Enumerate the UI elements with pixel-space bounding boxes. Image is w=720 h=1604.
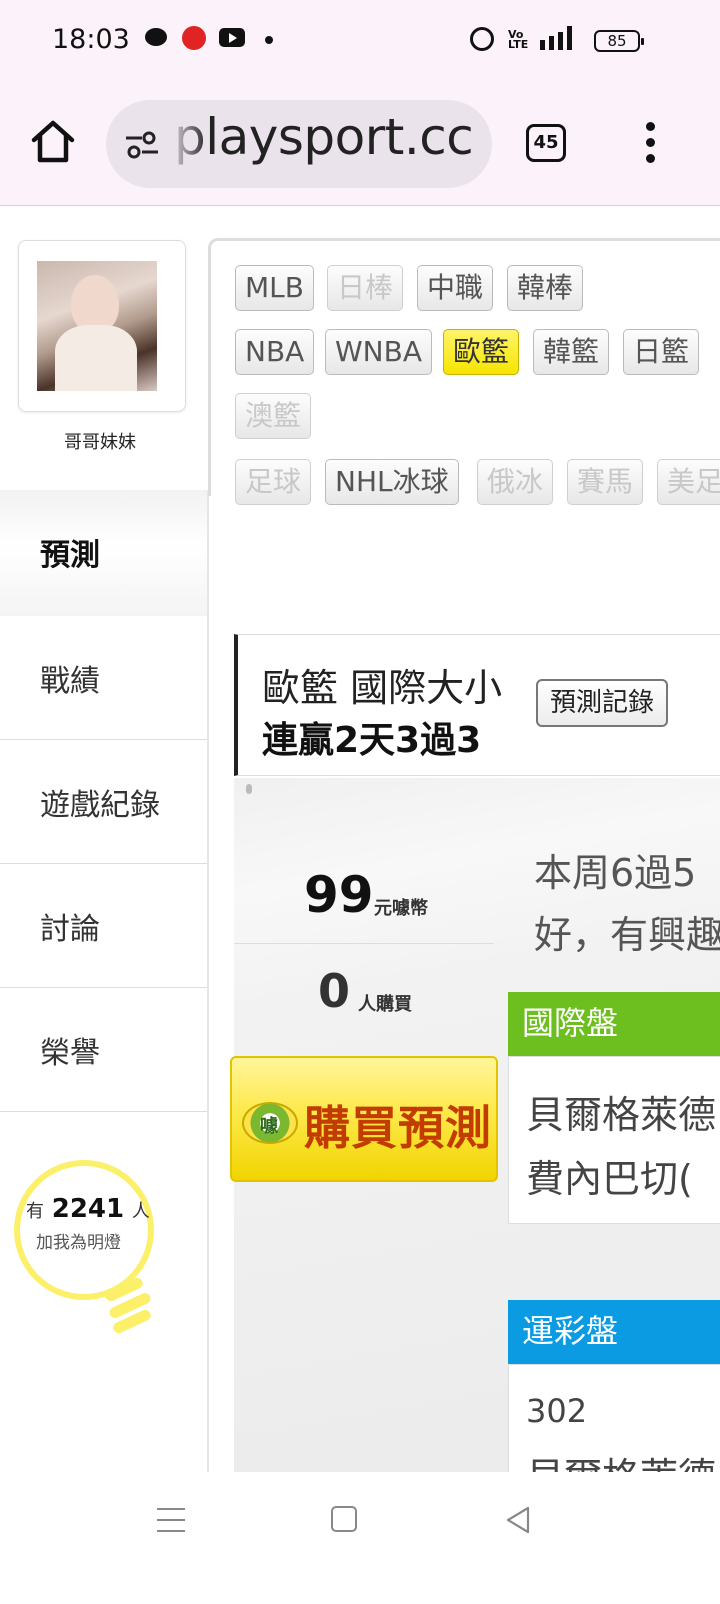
nav-item-honor[interactable]: 榮譽	[0, 988, 208, 1112]
more-dot-icon	[265, 36, 273, 44]
nav-item-label: 戰績	[40, 664, 100, 699]
address-bar[interactable]: playsport.cc	[106, 100, 492, 188]
alarm-icon	[470, 27, 494, 51]
tab-switcher-button[interactable]: 45	[526, 124, 566, 162]
lottery-game-number: 302	[526, 1392, 588, 1430]
price-unit: 元噱幣	[374, 898, 428, 919]
app-notification-icon	[182, 26, 206, 50]
tag-mlb[interactable]: MLB	[235, 265, 314, 311]
price-value: 99	[304, 866, 374, 924]
youtube-icon	[219, 28, 245, 47]
tag-jbl[interactable]: 日籃	[623, 329, 700, 375]
nav-item-label: 討論	[40, 912, 100, 947]
coin-icon: 噱	[242, 1102, 298, 1144]
tag-npb: 日棒	[327, 265, 404, 311]
site-settings-icon[interactable]	[124, 130, 160, 160]
price-row: 99 元噱幣	[234, 840, 494, 944]
nav-item-label: 預測	[40, 538, 100, 573]
nav-item-discussion[interactable]: 討論	[0, 864, 208, 988]
nav-item-prediction[interactable]: 預測	[0, 490, 208, 616]
tag-cpbl[interactable]: 中職	[417, 265, 494, 311]
tag-nhl[interactable]: NHL冰球	[325, 459, 459, 505]
user-nickname[interactable]: 哥哥妹妹	[0, 428, 200, 454]
buy-prediction-button[interactable]: 噱 購買預測	[230, 1056, 498, 1182]
sports-filter-panel: MLB 日棒 中職 韓棒 NBA WNBA 歐籃 韓籃 日籃 澳籃 足球 NHL…	[208, 238, 720, 505]
status-time: 18:03	[52, 24, 130, 55]
left-column-divider	[207, 490, 209, 1480]
tag-nbl: 澳籃	[235, 393, 312, 439]
prediction-record-button[interactable]: 預測記錄	[536, 679, 668, 727]
fan-count: 2241	[51, 1194, 125, 1224]
prediction-title: 歐籃 國際大小	[262, 666, 503, 710]
fan-count-text: 有 2241 人	[26, 1194, 150, 1224]
browser-toolbar: playsport.cc 45	[0, 80, 720, 206]
back-icon[interactable]	[502, 1504, 534, 1536]
lottery-team-1: 貝爾格萊德	[526, 1446, 720, 1472]
signal-icon	[540, 26, 582, 50]
url-fade	[168, 100, 208, 188]
tag-kbl[interactable]: 韓籃	[533, 329, 610, 375]
nav-item-record[interactable]: 戰績	[0, 616, 208, 740]
buyer-count: 0	[318, 964, 351, 1018]
nav-item-label: 遊戲紀錄	[40, 788, 160, 823]
status-bar: 18:03 Vo LTE 85	[0, 0, 720, 80]
chat-icon	[145, 28, 167, 46]
avatar[interactable]	[37, 261, 157, 391]
url-text: playsport.cc	[174, 108, 474, 166]
nav-item-label: 榮譽	[40, 1036, 100, 1071]
tag-horse-racing: 賽馬	[567, 459, 644, 505]
prediction-description: 本周6過5 好，有興趣	[534, 851, 720, 957]
lottery-odds-header: 運彩盤	[508, 1300, 720, 1364]
pin-icon	[246, 784, 252, 794]
tag-euro-basketball[interactable]: 歐籃	[443, 329, 520, 375]
international-odds-header: 國際盤	[508, 992, 720, 1056]
prediction-header: 歐籃 國際大小 連贏2天3過3 預測記錄	[234, 634, 720, 776]
system-navigation-bar	[0, 1472, 720, 1604]
tag-nba[interactable]: NBA	[235, 329, 315, 375]
international-team-2: 費內巴切(	[526, 1157, 693, 1201]
buy-prediction-label: 購買預測	[304, 1101, 492, 1155]
nav-item-game-log[interactable]: 遊戲紀錄	[0, 740, 208, 864]
home-icon[interactable]	[28, 116, 78, 166]
tag-khl: 俄冰	[477, 459, 554, 505]
international-team-1: 貝爾格萊德	[526, 1093, 717, 1137]
fan-caption[interactable]: 加我為明燈	[36, 1228, 121, 1253]
home-nav-icon[interactable]	[331, 1506, 357, 1532]
more-menu-icon[interactable]	[640, 122, 660, 164]
avatar-card[interactable]	[18, 240, 186, 412]
tag-wnba[interactable]: WNBA	[325, 329, 432, 375]
tag-nfl: 美足	[657, 459, 720, 505]
prediction-streak: 連贏2天3過3	[262, 720, 482, 761]
volte-label: Vo LTE	[508, 28, 529, 51]
tag-soccer: 足球	[235, 459, 312, 505]
tag-kbo[interactable]: 韓棒	[507, 265, 584, 311]
buyer-unit: 人購買	[358, 994, 412, 1015]
battery-icon: 85	[594, 30, 644, 52]
